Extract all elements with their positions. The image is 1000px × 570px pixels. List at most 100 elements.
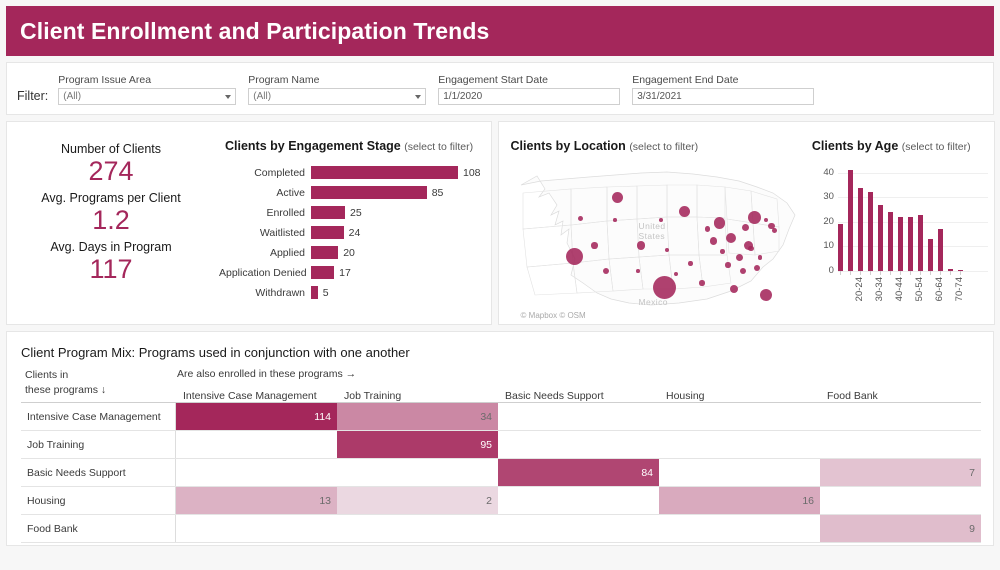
engagement-stage-row[interactable]: Application Denied 17: [219, 263, 481, 282]
table-row[interactable]: Food Bank 9: [21, 515, 981, 542]
matrix-cell[interactable]: 7: [820, 459, 981, 486]
matrix-cell[interactable]: [820, 487, 981, 514]
map-data-point[interactable]: [739, 268, 746, 274]
age-bar[interactable]: [877, 204, 883, 271]
matrix-cell[interactable]: [659, 459, 820, 486]
map-data-point[interactable]: [719, 249, 725, 254]
age-plot-area[interactable]: 0 10 20 30 40: [823, 163, 988, 276]
map-data-point[interactable]: [713, 217, 725, 229]
matrix-cell[interactable]: [176, 459, 337, 486]
chevron-down-icon[interactable]: [225, 94, 232, 99]
map-data-point[interactable]: [772, 228, 777, 233]
matrix-cell[interactable]: 114: [176, 403, 337, 430]
age-bar[interactable]: [887, 212, 893, 271]
matrix-cell[interactable]: [659, 403, 820, 430]
age-x-tick-label[interactable]: 40-44: [894, 277, 905, 301]
matrix-cell[interactable]: 2: [337, 487, 498, 514]
map-data-point[interactable]: [652, 276, 676, 299]
map-canvas[interactable]: United States Mexico: [511, 163, 801, 313]
engagement-stage-bar[interactable]: [311, 206, 346, 219]
matrix-cell[interactable]: 34: [337, 403, 498, 430]
map-data-point[interactable]: [565, 247, 583, 265]
map-data-point[interactable]: [688, 261, 693, 266]
matrix-cell[interactable]: 9: [820, 515, 981, 542]
engagement-start-date-input[interactable]: 1/1/2020: [438, 88, 621, 105]
map-data-point[interactable]: [729, 285, 738, 293]
matrix-row-header[interactable]: Intensive Case Management: [21, 403, 176, 430]
age-x-tick-label[interactable]: 50-54: [914, 277, 925, 301]
matrix-row-header[interactable]: Basic Needs Support: [21, 459, 176, 486]
matrix-cell[interactable]: [820, 431, 981, 458]
matrix-column-header[interactable]: Intensive Case Management: [176, 384, 337, 402]
matrix-row-header[interactable]: Food Bank: [21, 515, 176, 542]
age-bar[interactable]: [837, 224, 843, 271]
matrix-cell[interactable]: 16: [659, 487, 820, 514]
table-row[interactable]: Intensive Case Management 114 34: [21, 403, 981, 430]
engagement-stage-bar[interactable]: [311, 226, 344, 239]
engagement-stage-bar[interactable]: [311, 166, 458, 179]
map-data-point[interactable]: [725, 262, 731, 268]
map-data-point[interactable]: [577, 216, 583, 221]
matrix-column-header[interactable]: Housing: [659, 384, 820, 402]
matrix-cell[interactable]: 95: [337, 431, 498, 458]
matrix-cell[interactable]: [176, 515, 337, 542]
age-bar[interactable]: [857, 187, 863, 271]
map-data-point[interactable]: [763, 218, 768, 222]
age-bar[interactable]: [927, 239, 933, 271]
matrix-cell[interactable]: [659, 431, 820, 458]
table-row[interactable]: Basic Needs Support 84 7: [21, 459, 981, 486]
map-data-point[interactable]: [754, 265, 761, 271]
matrix-cell[interactable]: [659, 515, 820, 542]
age-bar[interactable]: [907, 217, 913, 271]
age-bar[interactable]: [937, 229, 943, 271]
program-name-select[interactable]: (All): [248, 88, 427, 105]
engagement-stage-bar[interactable]: [311, 266, 335, 279]
chevron-down-icon[interactable]: [415, 94, 422, 99]
matrix-cell[interactable]: [498, 403, 659, 430]
age-x-tick-label[interactable]: 70-74: [954, 277, 965, 301]
matrix-cell[interactable]: [337, 459, 498, 486]
table-row[interactable]: Housing 13 2 16: [21, 487, 981, 514]
engagement-stage-row[interactable]: Applied 20: [219, 243, 481, 262]
matrix-row-header[interactable]: Job Training: [21, 431, 176, 458]
age-bar[interactable]: [847, 170, 853, 271]
engagement-stage-row[interactable]: Waitlisted 24: [219, 223, 481, 242]
map-data-point[interactable]: [699, 280, 705, 286]
matrix-cell[interactable]: 84: [498, 459, 659, 486]
engagement-stage-bar[interactable]: [311, 286, 318, 299]
engagement-end-date-input[interactable]: 3/31/2021: [632, 88, 815, 105]
age-x-tick-label[interactable]: 30-34: [874, 277, 885, 301]
engagement-stage-row[interactable]: Enrolled 25: [219, 203, 481, 222]
engagement-stage-bar[interactable]: [311, 246, 339, 259]
engagement-stage-bar[interactable]: [311, 186, 427, 199]
matrix-cell[interactable]: [176, 431, 337, 458]
map-data-point[interactable]: [747, 210, 761, 224]
matrix-row-header[interactable]: Housing: [21, 487, 176, 514]
map-data-point[interactable]: [741, 223, 750, 232]
map-data-point[interactable]: [636, 269, 640, 273]
map-data-point[interactable]: [709, 237, 718, 245]
map-data-point[interactable]: [757, 255, 763, 260]
map-data-point[interactable]: [591, 242, 598, 249]
age-x-tick-label[interactable]: 60-64: [934, 277, 945, 301]
matrix-cell[interactable]: [820, 403, 981, 430]
matrix-cell[interactable]: [337, 515, 498, 542]
engagement-stage-row[interactable]: Completed 108: [219, 163, 481, 182]
matrix-column-header[interactable]: Basic Needs Support: [498, 384, 659, 402]
age-bar[interactable]: [897, 217, 903, 271]
map-data-point[interactable]: [636, 241, 646, 250]
matrix-cell[interactable]: [498, 515, 659, 542]
matrix-cell[interactable]: [498, 487, 659, 514]
map-data-point[interactable]: [759, 289, 772, 301]
table-row[interactable]: Job Training 95: [21, 431, 981, 458]
engagement-stage-row[interactable]: Withdrawn 5: [219, 283, 481, 302]
age-bar[interactable]: [867, 192, 873, 271]
matrix-cell[interactable]: 13: [176, 487, 337, 514]
matrix-column-header[interactable]: Job Training: [337, 384, 498, 402]
program-issue-area-select[interactable]: (All): [58, 88, 237, 105]
map-data-point[interactable]: [679, 205, 691, 217]
map-data-point[interactable]: [613, 218, 617, 222]
age-bar[interactable]: [917, 214, 923, 271]
engagement-stage-row[interactable]: Active 85: [219, 183, 481, 202]
age-x-tick-label[interactable]: 20-24: [854, 277, 865, 301]
